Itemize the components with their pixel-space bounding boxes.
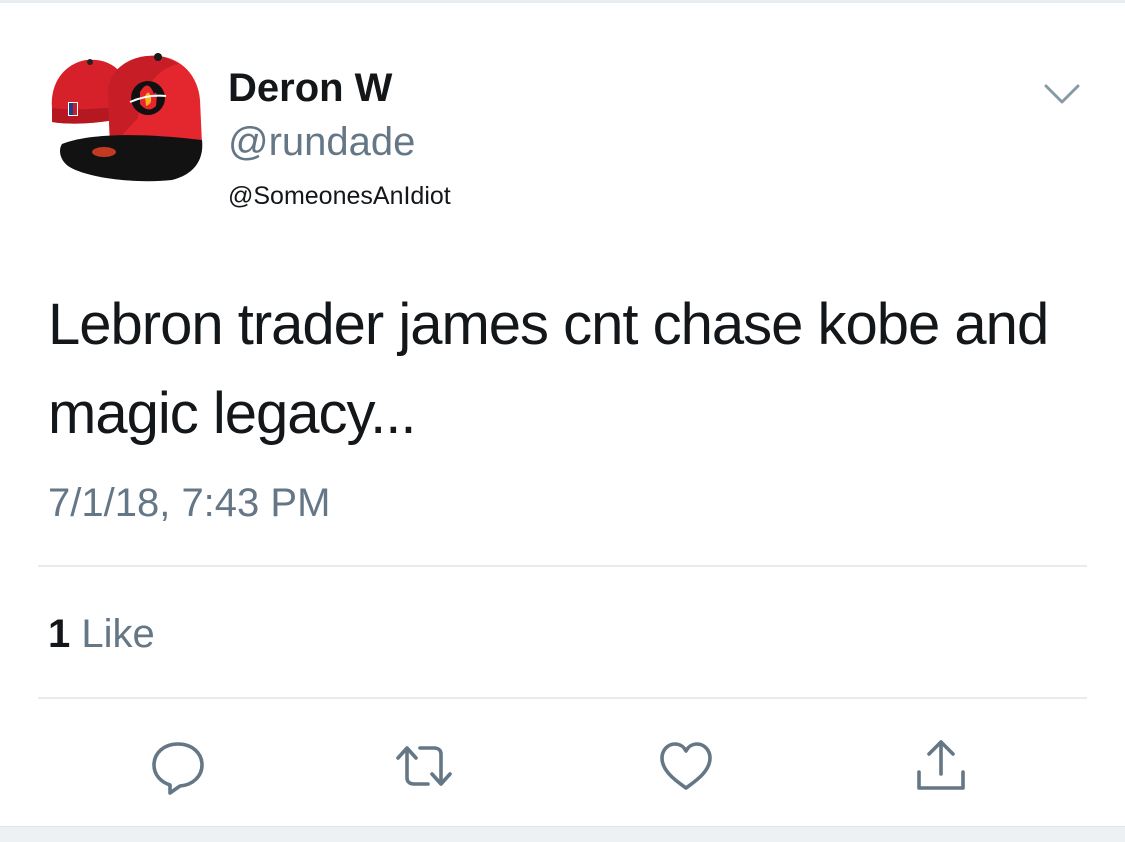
retweet-icon	[396, 746, 452, 786]
reply-to-mention[interactable]: @SomeonesAnIdiot	[228, 180, 451, 212]
chevron-down-icon	[1044, 84, 1080, 104]
tweet-timestamp[interactable]: 7/1/18, 7:43 PM	[48, 478, 330, 528]
top-divider	[0, 0, 1125, 3]
share-button[interactable]	[911, 736, 971, 796]
tweet-options-caret[interactable]	[1042, 80, 1082, 110]
tweet-text: Lebron trader james cnt chase kobe and m…	[48, 292, 1049, 446]
reply-icon	[152, 742, 204, 795]
cap-avatar-icon	[51, 53, 203, 182]
share-icon	[917, 740, 965, 790]
likes-count[interactable]: 1 Like	[48, 610, 155, 658]
author-handle[interactable]: @rundade	[228, 118, 415, 166]
like-button[interactable]	[656, 736, 716, 796]
divider	[38, 697, 1087, 699]
heart-icon	[660, 742, 712, 790]
bottom-toolbar-edge	[0, 826, 1125, 842]
likes-number: 1	[48, 612, 71, 656]
reply-button[interactable]	[148, 736, 208, 796]
likes-label: Like	[81, 612, 155, 656]
divider	[38, 565, 1087, 567]
retweet-button[interactable]	[394, 736, 454, 796]
author-display-name[interactable]: Deron W	[228, 64, 392, 112]
user-avatar[interactable]	[46, 48, 206, 184]
